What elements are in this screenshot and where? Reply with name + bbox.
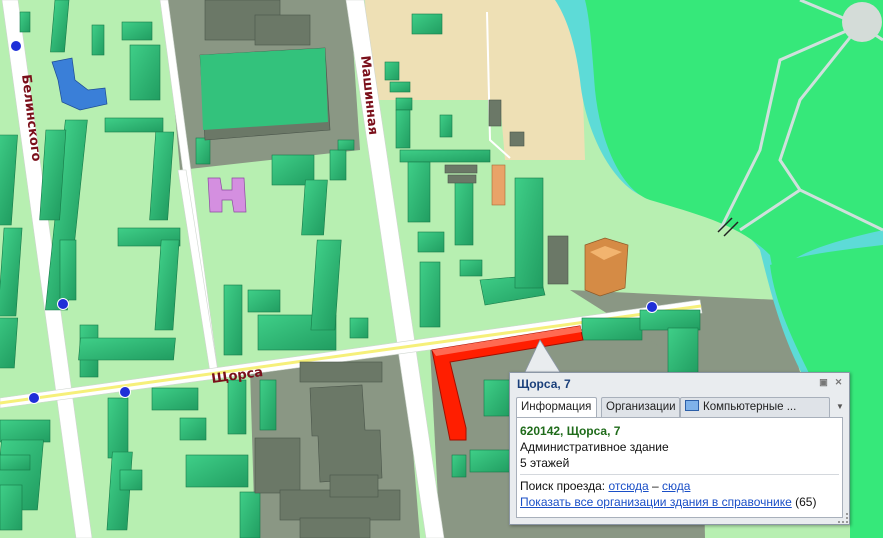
building-type: Административное здание	[520, 440, 669, 454]
show-all-orgs-link[interactable]: Показать все организации здания в справо…	[520, 495, 792, 509]
bus-stop-icon	[10, 40, 22, 52]
bus-stop-icon	[119, 386, 131, 398]
building-floors: 5 этажей	[520, 456, 570, 470]
tab-organizations[interactable]: Организации	[601, 397, 680, 417]
route-search: Поиск проезда: отсюда – сюда	[520, 479, 690, 493]
minimize-icon[interactable]: ▣	[819, 378, 828, 387]
tab-computer-networks-label: Компьютерные ...	[703, 401, 797, 413]
resize-handle[interactable]	[838, 513, 848, 523]
popup-title: Щорса, 7	[517, 377, 571, 391]
popup-header: Щорса, 7 ▣ ✕	[510, 373, 849, 395]
tab-information[interactable]: Информация	[516, 397, 597, 418]
tabs-menu-icon[interactable]: ▼	[836, 402, 844, 412]
building-orange-small	[491, 164, 506, 206]
route-to-link[interactable]: сюда	[662, 479, 690, 493]
bus-stop-icon	[28, 392, 40, 404]
popup-divider	[520, 474, 839, 475]
route-from-link[interactable]: отсюда	[608, 479, 648, 493]
org-count: (65)	[795, 495, 817, 509]
tab-computer-networks[interactable]: Компьютерные ...	[680, 397, 830, 417]
bus-stop-icon	[57, 298, 69, 310]
park-fountain	[842, 2, 882, 42]
building-address: 620142, Щорса, 7	[520, 424, 621, 438]
show-all-orgs: Показать все организации здания в справо…	[520, 495, 816, 509]
popup-body: 620142, Щорса, 7 Административное здание…	[516, 417, 843, 518]
building-info-popup[interactable]: Щорса, 7 ▣ ✕ Информация Организации Комп…	[509, 372, 850, 525]
popup-tabs: Информация Организации Компьютерные ... …	[516, 397, 844, 418]
route-label: Поиск проезда:	[520, 479, 606, 493]
bus-stop-icon	[646, 301, 658, 313]
route-dash: –	[651, 479, 659, 493]
close-icon[interactable]: ✕	[834, 378, 843, 387]
industrial-building-top	[200, 48, 328, 130]
monitor-icon	[685, 400, 699, 411]
